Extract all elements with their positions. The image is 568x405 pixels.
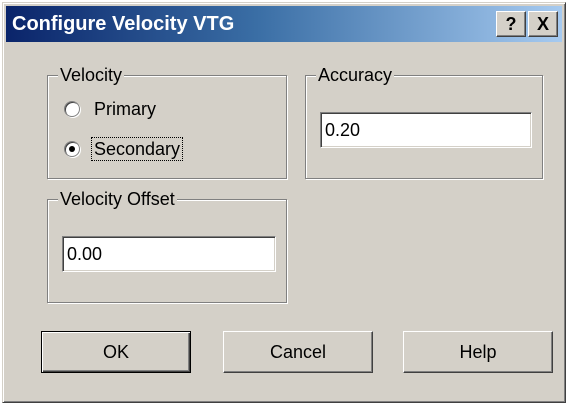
window-title: Configure Velocity VTG [12,13,235,35]
accuracy-input[interactable] [320,112,532,148]
cancel-button[interactable]: Cancel [223,331,373,373]
velocity-offset-group-label: Velocity Offset [58,188,177,210]
configure-velocity-dialog: Configure Velocity VTG ? X Velocity Prim… [2,2,566,403]
selected-dot-icon [69,146,75,152]
help-question-icon[interactable]: ? [496,11,526,37]
accuracy-group-label: Accuracy [316,64,395,86]
velocity-offset-input[interactable] [62,236,276,272]
title-bar[interactable]: Configure Velocity VTG ? X [6,6,562,42]
velocity-offset-group: Velocity Offset [47,188,287,303]
close-icon[interactable]: X [528,11,558,37]
secondary-radio-button[interactable] [64,141,80,157]
primary-radio-button[interactable] [64,101,80,117]
accuracy-group: Accuracy [305,64,543,179]
secondary-radio-label[interactable]: Secondary [90,137,184,161]
velocity-group-label: Velocity [58,64,125,86]
velocity-group: Velocity Primary Secondary [47,64,287,179]
help-button[interactable]: Help [403,331,553,373]
primary-radio-label[interactable]: Primary [94,98,156,120]
ok-button[interactable]: OK [41,331,191,373]
